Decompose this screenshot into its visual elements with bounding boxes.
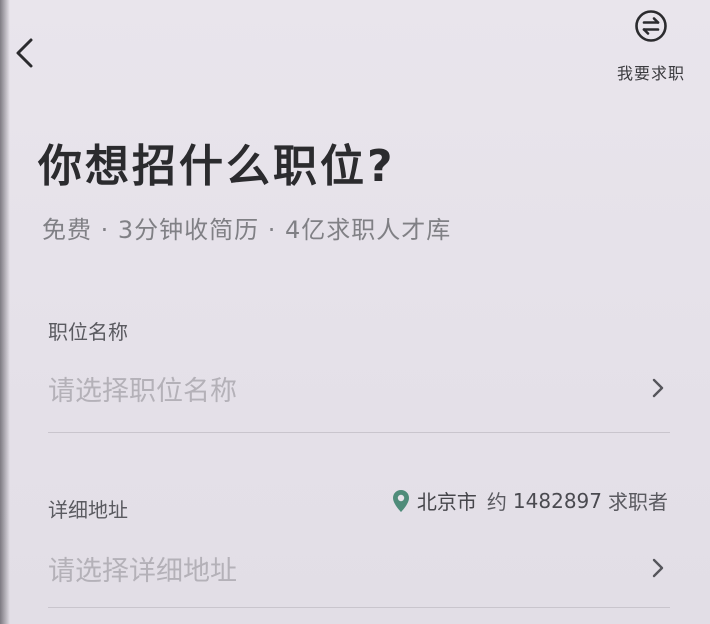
page-subtitle: 免费 · 3分钟收简历 · 4亿求职人才库: [42, 216, 452, 244]
location-pin-icon: [391, 489, 411, 513]
position-field: 职位名称 请选择职位名称: [48, 316, 670, 438]
chevron-left-icon: [14, 37, 36, 73]
seeker-count: 1482897: [512, 488, 602, 513]
swap-circle-icon: [633, 8, 669, 44]
position-divider: [48, 432, 670, 433]
position-placeholder: 请选择职位名称: [48, 375, 237, 407]
address-field-label: 详细地址: [48, 498, 128, 522]
address-divider: [48, 607, 670, 608]
seeker-suffix: 求职者: [608, 490, 668, 514]
location-info: 北京市 约 1482897 求职者: [391, 486, 668, 515]
screen: 我要求职 你想招什么职位? 免费 · 3分钟收简历 · 4亿求职人才库 职位名称…: [0, 0, 710, 624]
switch-role-label: 我要求职: [616, 64, 685, 83]
page-title: 你想招什么职位?: [38, 141, 396, 192]
chevron-right-icon: [648, 376, 668, 400]
approx-label: 约: [486, 490, 507, 514]
chevron-right-icon: [648, 556, 668, 580]
edge-shadow: [0, 0, 10, 624]
position-field-label: 职位名称: [48, 320, 128, 344]
position-selector[interactable]: 请选择职位名称: [48, 364, 670, 412]
address-placeholder: 请选择详细地址: [48, 555, 237, 587]
switch-role-button[interactable]: 我要求职: [606, 6, 696, 84]
address-field: 详细地址 北京市 约 1482897 求职者 请选择详细地址: [48, 489, 670, 610]
address-selector[interactable]: 请选择详细地址: [48, 544, 670, 592]
back-button[interactable]: [8, 34, 42, 76]
city-selector[interactable]: 北京市: [417, 486, 477, 515]
